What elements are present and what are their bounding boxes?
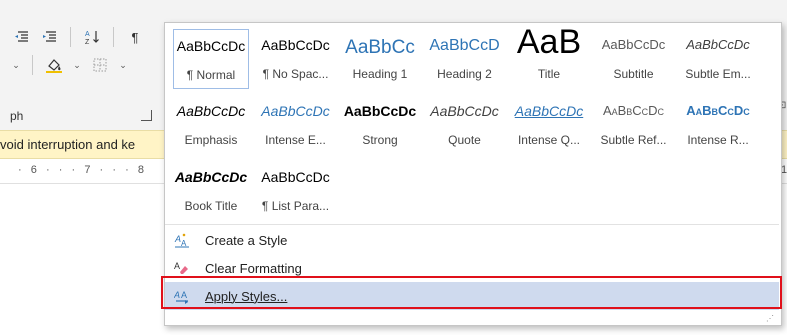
style-preview: AaBbCcDc (261, 103, 330, 119)
style-tile[interactable]: AaBbCcDc ¶ No Spac... (258, 29, 334, 89)
create-style-menu-item[interactable]: AA Create a Style (165, 226, 779, 254)
style-tile[interactable]: AaBbCcDc Intense E... (258, 95, 334, 155)
style-tile[interactable]: AaBbCcDc Quote (427, 95, 503, 155)
chevron-down-icon[interactable]: ⌄ (117, 54, 129, 76)
decrease-indent-icon[interactable] (10, 26, 32, 48)
style-preview: AaBbCcDc (176, 38, 246, 54)
style-tile[interactable]: AaBbCcDc Intense R... (680, 95, 756, 155)
style-tile[interactable]: AaBbCc Heading 1 (342, 29, 418, 89)
menu-divider (165, 224, 779, 225)
svg-text:A: A (85, 31, 90, 38)
style-tile[interactable]: AaBbCcD Heading 2 (427, 29, 503, 89)
paragraph-group-label: ph (10, 109, 24, 123)
style-preview: AaBbCcDc (430, 103, 499, 119)
style-preview: AaBbCcDc (514, 103, 584, 119)
style-preview: AaBbCcD (429, 37, 500, 54)
style-name-label: Subtle Ref... (600, 133, 667, 147)
create-style-icon: AA (174, 232, 190, 248)
style-name-label: Heading 2 (437, 67, 492, 81)
style-tile[interactable]: AaBbCcDc Subtitle (596, 29, 672, 89)
style-name-label: ¶ No Spac... (262, 67, 329, 81)
chevron-down-icon[interactable]: ⌄ (10, 54, 22, 76)
style-tile[interactable]: AaBbCcDc Subtle Em... (680, 29, 756, 89)
style-preview: AaBbCcDc (686, 37, 750, 52)
annotation-highlight-box (161, 276, 782, 309)
ribbon-paragraph-row-2: ⌄ ⌄ ⌄ (10, 54, 129, 76)
style-preview: AaBbCcDc (176, 103, 246, 119)
create-style-label: Create a Style (205, 233, 288, 248)
ribbon-separator (113, 27, 114, 47)
style-preview: AaBbCcDc (261, 169, 330, 185)
banner-text: void interruption and ke (0, 137, 136, 152)
style-preview: AaBbCcDc (601, 37, 666, 52)
style-name-label: Strong (362, 133, 398, 147)
dialog-launcher-icon[interactable] (141, 110, 152, 121)
style-name-label: Emphasis (184, 133, 238, 147)
ribbon-separator (32, 55, 33, 75)
style-tile[interactable]: AaBbCcDc Strong (342, 95, 418, 155)
style-name-label: ¶ List Para... (261, 199, 330, 213)
ruler-ticks: · 6 · · · 7 · · · 8 (18, 164, 146, 176)
clear-formatting-icon: A (174, 260, 190, 276)
style-tile[interactable]: AaBbCcDc Intense Q... (511, 95, 587, 155)
ribbon-separator (70, 27, 71, 47)
style-preview: AaBbCcDc (174, 169, 248, 185)
style-tile[interactable]: AaBbCcDc Book Title (173, 161, 249, 221)
svg-text:Z: Z (85, 39, 90, 45)
chevron-down-icon[interactable]: ⌄ (71, 54, 83, 76)
style-tile[interactable]: AaBbCcDc Subtle Ref... (596, 95, 672, 155)
style-preview: AaBbCcDc (261, 37, 330, 53)
style-preview: AaB (516, 23, 582, 61)
resize-grip-icon[interactable]: ⋰ (766, 314, 775, 323)
style-tile[interactable]: AaBbCcDc Emphasis (173, 95, 249, 155)
style-preview: AaBbCcDc (602, 103, 665, 118)
sort-az-icon[interactable]: AZ (81, 26, 103, 48)
borders-icon[interactable] (89, 54, 111, 76)
clear-formatting-label: Clear Formatting (205, 261, 302, 276)
style-name-label: Intense Q... (517, 133, 581, 147)
style-preview: AaBbCcDc (343, 103, 417, 119)
style-tile[interactable]: AaBbCcDc ¶ List Para... (258, 161, 334, 221)
style-name-label: ¶ Normal (186, 68, 236, 82)
style-name-label: Intense R... (687, 133, 749, 147)
style-tile[interactable]: AaBbCcDc ¶ Normal (173, 29, 249, 89)
ribbon-paragraph-row-1: AZ ¶ (10, 26, 146, 48)
style-name-label: Subtitle (613, 67, 654, 81)
style-name-label: Book Title (184, 199, 238, 213)
style-tile[interactable]: AaB Title (511, 23, 587, 89)
shading-icon[interactable] (43, 54, 65, 76)
pilcrow-icon[interactable]: ¶ (124, 26, 146, 48)
style-name-label: Subtle Em... (685, 67, 751, 81)
svg-text:A: A (174, 234, 181, 244)
increase-indent-icon[interactable] (38, 26, 60, 48)
style-preview: AaBbCc (345, 37, 415, 58)
svg-text:A: A (174, 261, 180, 271)
style-preview: AaBbCcDc (686, 103, 750, 118)
style-name-label: Heading 1 (352, 67, 408, 81)
style-name-label: Intense E... (265, 133, 326, 147)
style-name-label: Title (537, 67, 561, 81)
style-name-label: Quote (448, 133, 481, 147)
